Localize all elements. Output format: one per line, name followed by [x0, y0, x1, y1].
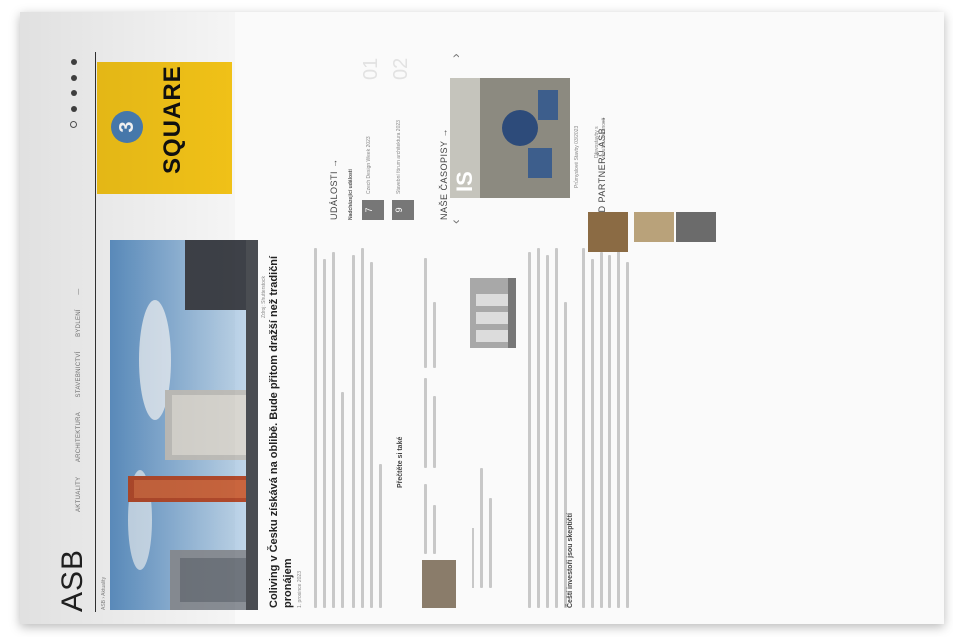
breadcrumb[interactable]: ASB › Aktuality: [101, 577, 108, 610]
related-text-2[interactable]: [424, 378, 442, 468]
partner-text-3[interactable]: Dřevostavby s dlouhou životností: [594, 108, 608, 158]
instagram-icon[interactable]: [70, 90, 77, 97]
main-nav: AKTUALITY ARCHITEKTURA STAVEBNICTVÍ BYDL…: [67, 278, 85, 512]
magazines-heading-label: NAŠE ČASOPISY →: [439, 128, 449, 220]
related-heading: Přečtěte si také: [397, 436, 404, 488]
article-paragraph-1: [314, 248, 350, 608]
article-title: Coliving v Česku získává na oblibě. Bude…: [268, 255, 294, 608]
related-divider: [472, 528, 474, 588]
nav-item-stavebnictvi[interactable]: STAVEBNICTVÍ: [76, 351, 82, 397]
article-paragraph-4: [582, 248, 609, 608]
event-item-2[interactable]: 9 Stavební fórum architektura 2023 02: [390, 50, 418, 220]
magazine-caption: Průmyslové Stavby 03/2023: [574, 125, 580, 188]
article-subheading: Čeští investoři jsou skeptičtí: [567, 513, 574, 608]
event-1-label: Czech Design Week 2023: [366, 136, 372, 194]
interior-photo-illustration: [470, 278, 516, 348]
related-text-4[interactable]: [480, 468, 498, 588]
badge-label: SQUARE: [159, 65, 186, 174]
magazine-cover[interactable]: IS: [450, 78, 570, 198]
partner-thumb-2[interactable]: [634, 212, 674, 242]
magazine-next-arrow[interactable]: ›: [447, 53, 463, 58]
twitter-icon[interactable]: [70, 74, 77, 81]
square-badge: 3 SQUARE: [97, 62, 232, 194]
header-divider: [95, 52, 96, 612]
event-1-number: 01: [360, 57, 382, 80]
event-2-day: 9: [394, 207, 404, 213]
related-thumb-2[interactable]: [470, 278, 516, 348]
article-paragraph-2: [352, 248, 388, 608]
partner-thumb-3[interactable]: [588, 212, 628, 252]
event-item-1[interactable]: 7 Czech Design Week 2023 01: [360, 50, 388, 220]
magazine-prev-arrow[interactable]: ‹: [447, 219, 463, 224]
nav-item-bydleni[interactable]: BYDLENÍ: [76, 309, 82, 337]
article-hero-image: [110, 240, 258, 610]
nav-item-more[interactable]: —: [76, 288, 82, 294]
events-heading-label: UDÁLOSTI →: [329, 158, 339, 220]
nav-item-architektura[interactable]: ARCHITEKTURA: [76, 412, 82, 462]
hero-photo-illustration: [110, 240, 258, 610]
social-icons: [65, 54, 83, 128]
article-date: 1. prosince 2023: [297, 571, 303, 608]
nav-item-aktuality[interactable]: AKTUALITY: [76, 477, 82, 512]
events-subheading: Nadcházející události: [348, 169, 354, 220]
magazine-title: IS: [452, 171, 477, 192]
article-paragraph-5: [608, 248, 635, 608]
badge-number-circle: 3: [111, 111, 143, 143]
related-text-1[interactable]: [424, 484, 442, 554]
event-2-number: 02: [390, 57, 412, 80]
linkedin-icon[interactable]: [70, 59, 77, 66]
facebook-icon[interactable]: [70, 105, 77, 112]
event-2-label: Stavební fórum architektura 2023: [396, 120, 402, 194]
events-heading[interactable]: UDÁLOSTI →: [324, 158, 342, 220]
site-logo[interactable]: ASB: [56, 549, 90, 612]
search-icon[interactable]: [70, 121, 78, 128]
related-thumb-1[interactable]: [422, 560, 456, 608]
partner-thumb-1[interactable]: [676, 212, 716, 242]
event-1-day: 7: [364, 207, 374, 213]
related-articles: [412, 248, 522, 608]
related-text-3[interactable]: [424, 258, 442, 368]
